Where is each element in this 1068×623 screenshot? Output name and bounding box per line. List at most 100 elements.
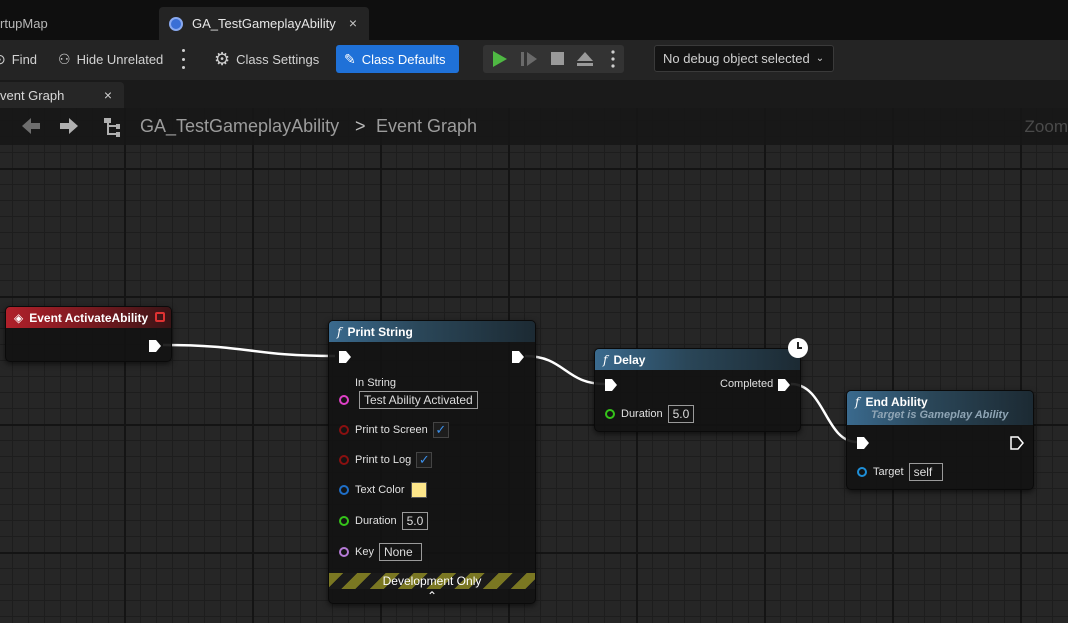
play-controls-svg: [493, 50, 615, 68]
completed-exec-out-pin-icon[interactable]: [777, 378, 791, 392]
development-only-banner: Development Only: [329, 573, 535, 589]
float-pin-icon[interactable]: [605, 409, 615, 419]
exec-in-pin-icon[interactable]: [604, 378, 618, 392]
bool-pin-icon[interactable]: [339, 455, 349, 465]
duration-label: Duration: [355, 515, 397, 527]
close-icon[interactable]: ×: [104, 87, 112, 103]
exec-out-pin-icon[interactable]: [511, 350, 525, 364]
in-string-input[interactable]: Test Ability Activated: [359, 391, 478, 409]
hide-unrelated-icon: ⚇: [58, 50, 71, 67]
class-defaults-label: Class Defaults: [361, 51, 446, 67]
tab-ga-test-gameplay-ability[interactable]: GA_TestGameplayAbility ×: [159, 7, 369, 40]
eject-icon[interactable]: [577, 52, 593, 66]
duration-input[interactable]: 5.0: [401, 512, 429, 530]
target-input[interactable]: self: [908, 463, 943, 481]
tab-active-label: GA_TestGameplayAbility: [192, 16, 336, 31]
print-string-title: Print String: [347, 324, 413, 339]
delay-duration-input[interactable]: 5.0: [667, 405, 695, 423]
text-color-swatch[interactable]: [410, 482, 427, 498]
play-controls: [483, 45, 624, 73]
hide-unrelated-label: Hide Unrelated: [76, 51, 164, 67]
in-string-pin-row: In String Test Ability Activated: [339, 377, 478, 409]
editor-tab-bar: rtupMap GA_TestGameplayAbility ×: [0, 0, 1068, 40]
graph-hierarchy-icon[interactable]: [104, 118, 120, 137]
document-tab-row: vent Graph ×: [0, 80, 1068, 108]
chevron-down-icon: ⌄: [815, 53, 825, 64]
latent-clock-icon: [788, 338, 808, 358]
function-icon: f: [603, 352, 608, 367]
graph-breadcrumb-bar: GA_TestGameplayAbility > Event Graph Zoo…: [0, 108, 1068, 145]
breadcrumb-graph: Event Graph: [376, 116, 478, 136]
text-color-row: Text Color: [339, 482, 427, 498]
find-button[interactable]: ⊙ Find: [0, 45, 37, 73]
delay-duration-label: Duration: [621, 408, 663, 420]
key-input[interactable]: None: [378, 543, 422, 561]
breadcrumb-separator-icon: >: [355, 116, 366, 136]
delay-title: Delay: [613, 352, 646, 367]
delay-header: f Delay: [595, 349, 800, 370]
exec-in-pin-icon[interactable]: [338, 350, 352, 364]
toolbar-options-dots-icon[interactable]: [180, 49, 186, 69]
tab-startup-map-label: rtupMap: [0, 16, 48, 31]
key-row: Key None: [339, 543, 422, 561]
event-delegate-pin-icon[interactable]: [155, 312, 165, 322]
exec-in-pin-icon[interactable]: [856, 436, 870, 450]
bool-pin-icon[interactable]: [339, 425, 349, 435]
blueprint-icon: [169, 16, 183, 31]
zoom-label: Zoom: [1024, 117, 1068, 136]
float-pin-icon[interactable]: [339, 516, 349, 526]
exec-out-pin-icon[interactable]: [148, 339, 162, 353]
object-pin-icon[interactable]: [857, 467, 867, 477]
delay-node[interactable]: f Delay Completed Duration 5.0: [594, 338, 808, 432]
end-ability-header: f End Ability Target is Gameplay Ability: [847, 391, 1033, 425]
print-to-log-label: Print to Log: [355, 454, 412, 466]
class-defaults-icon: ✎: [344, 50, 356, 67]
step-icon[interactable]: [521, 52, 537, 66]
function-icon: f: [855, 395, 860, 409]
string-pin-icon[interactable]: [339, 395, 349, 405]
forward-arrow-icon[interactable]: [60, 118, 78, 134]
back-arrow-icon[interactable]: [22, 118, 40, 134]
class-settings-label: Class Settings: [236, 51, 320, 67]
tab-startup-map[interactable]: rtupMap: [0, 7, 156, 40]
print-string-node[interactable]: f Print String In String Test Ability Ac…: [328, 320, 536, 604]
in-string-label: In String: [355, 377, 396, 389]
delay-duration-row: Duration 5.0: [605, 405, 695, 423]
print-to-screen-label: Print to Screen: [355, 424, 428, 436]
class-settings-button[interactable]: ⚙ Class Settings: [214, 45, 319, 73]
print-to-screen-row: Print to Screen ✓: [339, 422, 449, 438]
print-string-header: f Print String: [329, 321, 535, 342]
class-defaults-button[interactable]: ✎ Class Defaults: [336, 45, 459, 73]
tab-event-graph[interactable]: vent Graph ×: [0, 82, 124, 108]
end-ability-subtitle: Target is Gameplay Ability: [871, 409, 1009, 421]
collapse-chevron-icon[interactable]: ⌃: [427, 589, 437, 603]
hide-unrelated-button[interactable]: ⚇ Hide Unrelated: [58, 45, 163, 73]
tab-event-graph-label: vent Graph: [0, 87, 65, 103]
play-icon[interactable]: [493, 51, 507, 67]
debug-object-value: No debug object selected: [663, 51, 810, 66]
name-pin-icon[interactable]: [339, 547, 349, 557]
function-icon: f: [337, 324, 342, 339]
event-activate-ability-node[interactable]: ◈ Event ActivateAbility: [5, 306, 172, 362]
graph-nav-icons: [22, 118, 120, 137]
struct-pin-icon[interactable]: [339, 485, 349, 495]
print-to-screen-checkbox[interactable]: ✓: [432, 422, 449, 438]
print-to-log-row: Print to Log ✓: [339, 452, 433, 468]
target-label: Target: [873, 466, 904, 478]
stop-icon[interactable]: [551, 52, 564, 65]
breadcrumb-asset[interactable]: GA_TestGameplayAbility: [140, 116, 339, 137]
debug-object-dropdown[interactable]: No debug object selected ⌄: [654, 45, 834, 72]
text-color-label: Text Color: [355, 484, 405, 496]
tab-close-icon[interactable]: ×: [349, 15, 357, 31]
find-label: Find: [11, 51, 38, 67]
event-diamond-icon: ◈: [14, 310, 24, 325]
event-node-title: Event ActivateAbility: [29, 310, 149, 325]
key-label: Key: [355, 546, 374, 558]
exec-out-pin-icon[interactable]: [1010, 436, 1024, 450]
play-options-dots-icon[interactable]: [611, 50, 615, 68]
completed-label: Completed: [720, 378, 774, 390]
print-to-log-checkbox[interactable]: ✓: [416, 452, 433, 468]
end-ability-title: End Ability: [865, 395, 928, 409]
end-ability-node[interactable]: f End Ability Target is Gameplay Ability…: [846, 390, 1034, 490]
gear-icon: ⚙: [214, 48, 231, 69]
